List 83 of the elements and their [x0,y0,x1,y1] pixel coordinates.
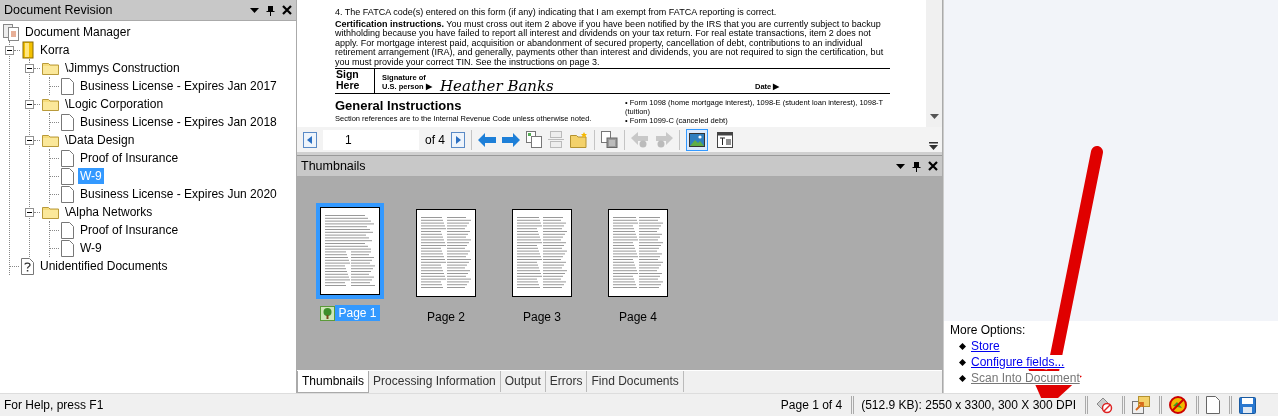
no-scan-icon[interactable] [1095,396,1113,414]
document-icon [61,185,74,203]
collapse-icon[interactable] [25,135,34,145]
toolbar-menu-icon[interactable] [929,142,938,150]
question-document-icon [21,257,34,275]
tree-item[interactable]: Proof of Insurance [78,150,181,166]
collapse-icon[interactable] [25,63,34,73]
panel-title: Thumbnails [301,159,367,173]
folder-icon [42,97,59,111]
new-document-icon[interactable] [1206,396,1220,414]
document-icon [61,167,74,185]
export-icon[interactable] [1132,396,1150,414]
scroll-down-icon[interactable] [929,114,939,119]
thumbnail-label[interactable]: Page 2 [423,309,468,325]
folder-icon [42,205,59,219]
document-heading: General Instructions [335,98,463,113]
tree-item[interactable]: Business License - Expires Jun 2020 [78,186,279,202]
collapse-icon[interactable] [25,99,34,109]
document-icon [61,221,74,239]
tree-item[interactable]: W-9 [78,240,104,256]
pin-icon[interactable] [266,4,275,16]
delete-page-icon[interactable] [601,131,618,148]
tab[interactable]: Errors [545,371,588,392]
cabinet-icon [22,41,34,59]
page-count: of 4 [425,132,445,147]
tree-item[interactable]: Korra [38,42,72,58]
document-icon [61,149,74,167]
page-number-field[interactable]: 1 [323,129,419,150]
blocked-icon[interactable] [1169,396,1187,414]
link[interactable]: Store [971,339,1000,353]
more-options-title: More Options: [950,323,1027,337]
next-page-icon[interactable] [451,131,465,148]
bullet-icon [959,342,966,350]
tree-item[interactable]: Unidentified Documents [38,258,170,274]
link[interactable]: Configure fields... [971,355,1065,369]
split-icon [548,131,564,148]
tab[interactable]: Output [500,371,546,392]
status-image-info: (512.9 KB): 2550 x 3300, 300 X 300 DPI [861,398,1076,412]
tree-item[interactable]: Document Manager [23,24,133,40]
status-page: Page 1 of 4 [780,398,843,412]
pin-icon[interactable] [912,160,921,172]
tree-item[interactable]: Proof of Insurance [78,222,181,238]
tree-item[interactable]: \Data Design [63,132,137,148]
panel-title: Document Revision [4,3,114,17]
tab[interactable]: Processing Information [369,371,501,392]
tree-item[interactable]: Business License - Expires Jan 2017 [78,78,279,94]
sign-here-label: Sign Here [335,69,375,93]
bullet-icon [959,374,966,382]
thumbnail-label[interactable]: Page 3 [519,309,564,325]
copy-pages-icon[interactable] [526,131,542,148]
page-thumbnail[interactable] [316,203,384,299]
undo-icon [631,131,649,148]
signature: Heather Banks [440,81,555,93]
thumbnail-label[interactable]: Page 4 [615,309,660,325]
tree-item[interactable]: \Alpha Networks [63,204,155,220]
dropdown-icon[interactable] [250,7,259,13]
save-icon[interactable] [1239,396,1256,414]
tree-item[interactable]: \Jimmys Construction [63,60,182,76]
forward-arrow-icon[interactable] [502,132,520,147]
tab[interactable]: Find Documents [587,371,684,392]
tree-item[interactable]: \Logic Corporation [63,96,166,112]
collapse-icon[interactable] [25,207,34,217]
collapse-icon[interactable] [5,45,14,55]
close-icon[interactable] [282,5,292,15]
document-paragraph: Certification instructions. You must cross out item 2 above if you have been notified by the IRS that you are currently subject to backup withholding because you have failed to report all interest and dividends on your tax return. For real estate transactions, item 2 does not apply. For mortgage interest paid, acquisition or abandonment of secured property, cancellation of debt, contributions to an individual retirement arrangement (IRA), and generally, payments other than interest and dividends, you are not required to sign the certification, but you must provide your correct TIN. See the instructions on page 3. [335,19,885,67]
tree-item[interactable]: Business License - Expires Jan 2018 [78,114,279,130]
tree-icon [320,305,336,321]
redo-icon [655,131,673,148]
previous-page-icon[interactable] [303,131,317,148]
close-icon[interactable] [928,161,938,171]
back-arrow-icon[interactable] [478,132,496,147]
folder-icon [42,133,59,147]
document-text: 4. The FATCA code(s) entered on this form (if any) indicating that I am exempt from FATCA reporting is correct. [335,8,778,18]
document-icon [61,113,74,131]
bullet-icon [959,358,966,366]
document-icon [61,77,74,95]
tab[interactable]: Thumbnails [297,371,370,393]
folder-icon [42,61,59,75]
image-view-button[interactable] [686,128,708,151]
document-icon [61,239,74,257]
new-folder-icon[interactable] [570,131,588,148]
status-text: For Help, press F1 [4,398,104,412]
dropdown-icon[interactable] [896,163,905,169]
